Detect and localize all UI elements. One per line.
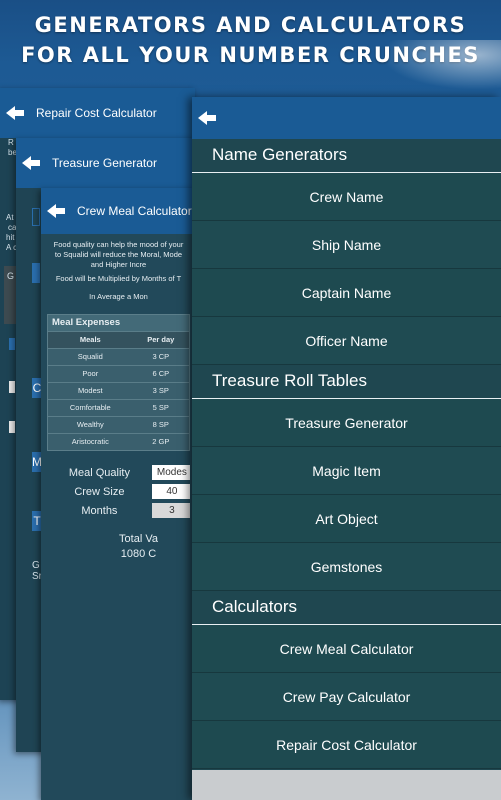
list-item-ship-name[interactable]: Ship Name (192, 221, 501, 269)
section-title-treasure-roll-tables: Treasure Roll Tables (192, 365, 501, 399)
meal-cost: 5 SP (152, 403, 169, 412)
total-value: 1080 C (120, 548, 157, 560)
meal-header: Crew Meal Calculator (41, 188, 196, 234)
list-item-magic-item[interactable]: Magic Item (192, 447, 501, 495)
promo-line-1: GENERATORS AND CALCULATORS (34, 13, 467, 37)
fragment-box (32, 263, 40, 283)
table-row: Squalid 3 CP (48, 348, 189, 365)
list-item-gemstones[interactable]: Gemstones (192, 543, 501, 591)
column-header: Per day (147, 335, 175, 344)
back-arrow-icon[interactable] (198, 111, 218, 125)
column-header: Meals (79, 335, 101, 344)
meal-cost: 3 SP (152, 386, 169, 395)
quality-label: Meal Quality (68, 466, 130, 479)
list-item-crew-meal-calculator[interactable]: Crew Meal Calculator (192, 625, 501, 673)
crew-size-input[interactable]: 40 (151, 484, 190, 499)
total-block: Total Va 1080 C (47, 532, 190, 562)
months-label: Months (81, 504, 118, 517)
crew-row: Crew Size 40 (47, 482, 190, 501)
fragment-text: hit (6, 233, 15, 242)
crew-label: Crew Size (74, 485, 125, 498)
promo-banner: GENERATORS AND CALCULATORS FOR ALL YOUR … (0, 0, 501, 82)
back-arrow-icon[interactable] (6, 106, 26, 120)
meal-title: Crew Meal Calculator (77, 204, 192, 218)
quality-row: Meal Quality Modes (47, 463, 190, 482)
table-row: Comfortable 5 SP (48, 399, 189, 416)
list-item-captain-name[interactable]: Captain Name (192, 269, 501, 317)
back-arrow-icon[interactable] (47, 204, 67, 218)
meal-form: Meal Quality Modes Crew Size 40 Months 3 (47, 463, 190, 520)
crew-meal-screen: Crew Meal Calculator Food quality can he… (41, 188, 196, 800)
meal-name: Aristocratic (71, 437, 109, 446)
treasure-title: Treasure Generator (52, 156, 157, 170)
table-row: Aristocratic 2 GP (48, 433, 189, 450)
meal-name: Comfortable (69, 403, 111, 412)
meal-expenses-table: Meal Expenses Meals Per day Squalid 3 CP… (47, 314, 190, 451)
meal-cost: 3 CP (152, 352, 170, 361)
fragment-box (9, 338, 15, 350)
meal-intro-2: to Squalid will reduce the Moral, Mode (54, 250, 183, 259)
meal-cost: 6 CP (152, 369, 170, 378)
section-title-calculators: Calculators (192, 591, 501, 625)
fragment-text: At (6, 213, 14, 222)
quality-select[interactable]: Modes (151, 465, 190, 480)
meal-intro-3: and Higher Incre (90, 260, 147, 269)
fragment-box (9, 381, 15, 393)
repair-title: Repair Cost Calculator (36, 106, 157, 120)
meal-name: Wealthy (76, 420, 104, 429)
table-row: Poor 6 CP (48, 365, 189, 382)
fragment-box (9, 421, 15, 433)
treasure-header: Treasure Generator (16, 138, 196, 188)
generators-list-screen: Name Generators Crew Name Ship Name Capt… (192, 97, 501, 800)
months-row: Months 3 (47, 501, 190, 520)
table-row: Wealthy 8 SP (48, 416, 189, 433)
treasure-tables-list: Treasure Generator Magic Item Art Object… (192, 399, 501, 591)
meal-note-2: In Average a Mon (89, 292, 148, 301)
table-header-row: Meals Per day (48, 331, 189, 348)
calculators-list: Crew Meal Calculator Crew Pay Calculator… (192, 625, 501, 769)
meal-name: Squalid (77, 352, 103, 361)
meal-cost: 8 SP (152, 420, 169, 429)
meal-intro: Food quality can help the mood of your (53, 240, 184, 249)
list-item-crew-pay-calculator[interactable]: Crew Pay Calculator (192, 673, 501, 721)
front-header (192, 97, 501, 139)
list-item-repair-cost-calculator[interactable]: Repair Cost Calculator (192, 721, 501, 769)
table-row: Modest 3 SP (48, 382, 189, 399)
fragment-text: R (8, 138, 14, 147)
bottom-bar (192, 770, 501, 800)
fragment-text: G (7, 271, 15, 281)
meal-name: Poor (82, 369, 99, 378)
section-title-name-generators: Name Generators (192, 139, 501, 173)
fragment-text: G (32, 560, 40, 571)
months-input[interactable]: 3 (151, 503, 190, 518)
list-item-treasure-generator[interactable]: Treasure Generator (192, 399, 501, 447)
list-item-art-object[interactable]: Art Object (192, 495, 501, 543)
list-item-officer-name[interactable]: Officer Name (192, 317, 501, 365)
promo-line-2: FOR ALL YOUR NUMBER CRUNCHES (21, 43, 480, 67)
meal-body: Food quality can help the mood of your t… (41, 234, 196, 562)
fragment-box (32, 208, 40, 226)
table-title: Meal Expenses (48, 315, 189, 331)
back-arrow-icon[interactable] (22, 156, 42, 170)
name-generators-list: Crew Name Ship Name Captain Name Officer… (192, 173, 501, 365)
list-item-crew-name[interactable]: Crew Name (192, 173, 501, 221)
meal-name: Modest (77, 386, 103, 395)
meal-cost: 2 GP (152, 437, 170, 446)
total-label: Total Va (119, 533, 158, 545)
meal-note: Food will be Multiplied by Months of T (55, 274, 182, 283)
repair-header: Repair Cost Calculator (0, 88, 195, 138)
